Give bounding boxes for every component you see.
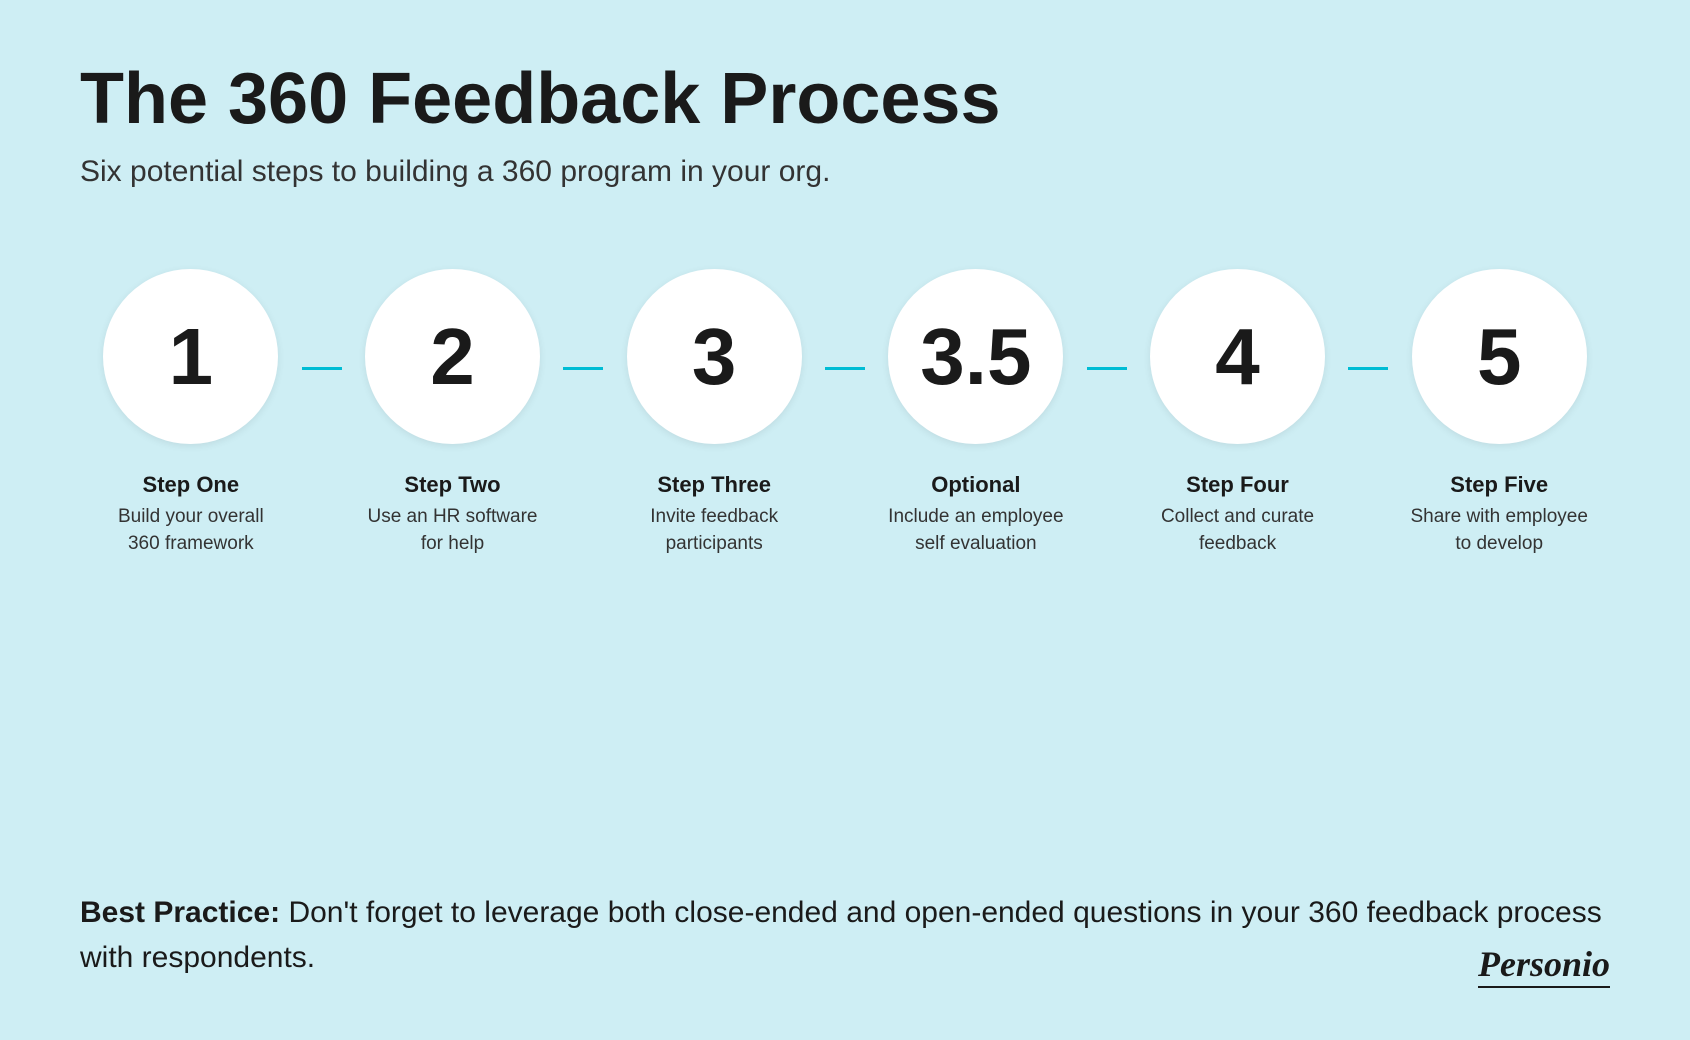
best-practice-text: Don't forget to leverage both close-ende…: [80, 896, 1602, 974]
step-5-wrapper: 4 Step Four Collect and curate feedback: [1127, 269, 1349, 557]
connector-2: [563, 367, 603, 370]
step-5-title: Step Four: [1148, 472, 1328, 498]
step-1-title: Step One: [101, 472, 281, 498]
step-5-desc: Collect and curate feedback: [1148, 504, 1328, 557]
connector-4: [1087, 367, 1127, 370]
step-2-title: Step Two: [363, 472, 543, 498]
step-6-desc: Share with employee to develop: [1409, 504, 1589, 557]
steps-row: 1 Step One Build your overall 360 framewor…: [80, 269, 1610, 557]
step-4-wrapper: 3.5 Optional Include an employee self eval…: [865, 269, 1087, 557]
step-6-circle: 5: [1412, 269, 1587, 444]
connector-5: [1348, 367, 1388, 370]
step-3-wrapper: 3 Step Three Invite feedback participants: [603, 269, 825, 557]
step-2-circle: 2: [365, 269, 540, 444]
step-1-wrapper: 1 Step One Build your overall 360 framewor…: [80, 269, 302, 557]
logo-text: Personio: [1478, 944, 1610, 988]
step-5-label: Step Four Collect and curate feedback: [1148, 472, 1328, 557]
step-3-circle: 3: [627, 269, 802, 444]
step-6-label: Step Five Share with employee to develop: [1409, 472, 1589, 557]
page-title: The 360 Feedback Process: [80, 60, 1610, 139]
step-6-wrapper: 5 Step Five Share with employee to develop: [1388, 269, 1610, 557]
best-practice-bold: Best Practice:: [80, 896, 280, 929]
step-4-title: Optional: [886, 472, 1066, 498]
step-6-title: Step Five: [1409, 472, 1589, 498]
step-1-desc: Build your overall 360 framework: [101, 504, 281, 557]
step-3-desc: Invite feedback participants: [624, 504, 804, 557]
connector-1: [302, 367, 342, 370]
step-2-label: Step Two Use an HR software for help: [363, 472, 543, 557]
step-3-label: Step Three Invite feedback participants: [624, 472, 804, 557]
step-4-desc: Include an employee self evaluation: [886, 504, 1066, 557]
step-5-circle: 4: [1150, 269, 1325, 444]
page-subtitle: Six potential steps to building a 360 pr…: [80, 155, 1610, 189]
step-1-circle: 1: [103, 269, 278, 444]
main-container: The 360 Feedback Process Six potential s…: [0, 0, 1690, 1040]
personio-logo: Personio: [1478, 943, 1610, 985]
step-2-wrapper: 2 Step Two Use an HR software for help: [342, 269, 564, 557]
steps-section: 1 Step One Build your overall 360 framewor…: [80, 269, 1610, 850]
step-3-title: Step Three: [624, 472, 804, 498]
step-4-circle: 3.5: [888, 269, 1063, 444]
step-4-label: Optional Include an employee self evaluat…: [886, 472, 1066, 557]
step-1-label: Step One Build your overall 360 framework: [101, 472, 281, 557]
best-practice-section: Best Practice: Don't forget to leverage …: [80, 890, 1610, 980]
step-2-desc: Use an HR software for help: [363, 504, 543, 557]
connector-3: [825, 367, 865, 370]
